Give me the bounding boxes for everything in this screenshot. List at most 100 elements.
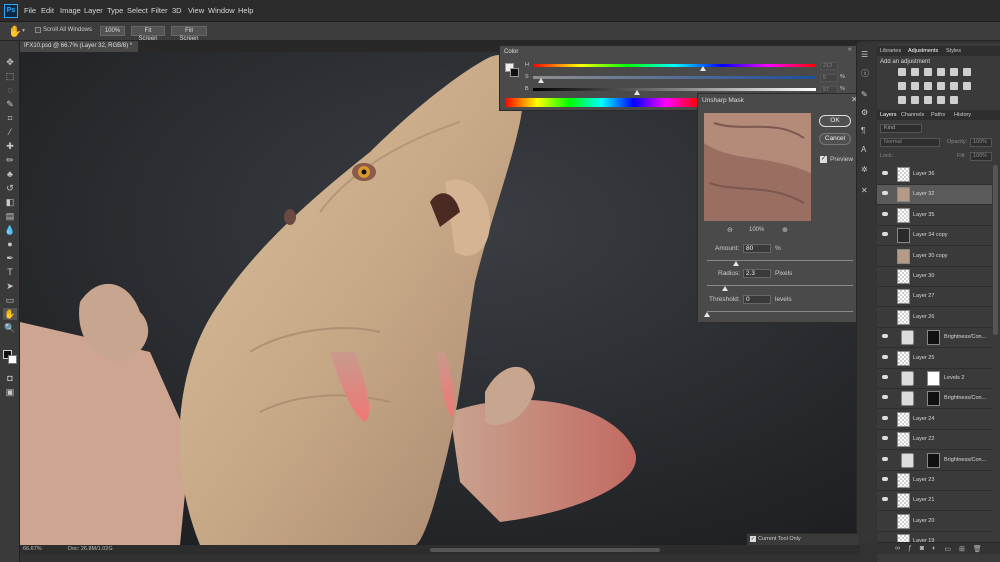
marquee-tool-icon[interactable]: ⬚ [3,70,17,82]
visibility-eye-icon[interactable] [882,436,888,441]
chevron-down-icon[interactable]: ▾ [22,27,25,34]
healing-tool-icon[interactable]: ✚ [3,140,17,152]
zoom-in-icon[interactable]: ⊕ [782,226,788,234]
layer-style-icon[interactable]: ƒ [908,545,912,552]
cancel-button[interactable]: Cancel [819,133,851,145]
new-layer-icon[interactable]: ⊞ [959,545,965,553]
quick-mask-icon[interactable]: ◘ [3,372,17,384]
menu-help[interactable]: Help [238,6,253,15]
vibrance-icon[interactable] [950,68,958,76]
visibility-eye-icon[interactable] [882,375,888,379]
preview-thumbnail[interactable] [704,113,811,221]
background-color-swatch[interactable] [8,355,17,364]
visibility-eye-icon[interactable] [882,171,888,175]
color-spectrum-ramp[interactable] [505,98,698,107]
visibility-eye-icon[interactable] [882,395,888,400]
layer-row[interactable]: Layer 27 [877,287,992,308]
rectangle-tool-icon[interactable]: ▭ [3,294,17,306]
visibility-eye-icon[interactable] [882,253,888,257]
preview-checkbox[interactable]: ✓ [820,156,827,163]
new-adjustment-icon[interactable]: ◐ [932,545,936,552]
gradient-map-icon[interactable] [963,68,971,76]
kind-filter-select[interactable]: Kind [880,124,922,133]
zoom-tool-icon[interactable]: 🔍 [3,322,17,334]
layer-row[interactable]: Layer 20 [877,512,992,532]
layer-row[interactable]: Brightness/Con... [877,328,992,349]
background-color-swatch-panel[interactable] [510,68,519,77]
fill-screen-button[interactable]: Fill Screen [171,26,207,42]
color-balance-icon[interactable] [911,82,919,90]
threshold-input[interactable]: 0 [743,295,771,304]
visibility-eye-icon[interactable] [882,415,888,420]
brightness-slider-knob[interactable] [634,90,640,95]
clone-source-icon[interactable]: ✲ [861,165,868,174]
tab-paths[interactable]: Paths [931,112,945,118]
menu-view[interactable]: View [188,6,204,15]
channel-mixer-icon[interactable] [950,82,958,90]
path-select-tool-icon[interactable]: ➤ [3,280,17,292]
layer-row[interactable]: Layer 35 [877,206,992,226]
saturation-slider-knob[interactable] [538,78,544,83]
blend-mode-select[interactable]: Normal [880,138,940,147]
visibility-eye-icon[interactable] [882,477,888,481]
tab-libraries[interactable]: Libraries [880,48,901,54]
layer-row[interactable]: Layer 30 [877,267,992,287]
screen-mode-icon[interactable]: ▣ [3,386,17,398]
delete-layer-icon[interactable]: 🗑 [973,545,982,553]
gradient-icon[interactable] [950,96,958,104]
document-tab[interactable]: IFX10.psd @ 66.7% (Layer 32, RGB/8) * [20,41,138,52]
visibility-eye-icon[interactable] [882,314,888,318]
eraser-tool-icon[interactable]: ◧ [3,196,17,208]
menu-filter[interactable]: Filter [151,6,168,15]
photo-filter-icon[interactable] [937,82,945,90]
dodge-tool-icon[interactable]: ● [3,238,17,250]
info-icon[interactable]: ⓘ [861,68,869,79]
eyedropper-tool-icon[interactable]: ⁄ [3,126,17,138]
amount-slider[interactable] [707,260,853,261]
visibility-eye-icon[interactable] [882,497,888,502]
radius-input[interactable]: 2.3 [743,269,771,278]
visibility-eye-icon[interactable] [882,273,888,277]
tab-styles[interactable]: Styles [946,48,961,54]
exposure-icon[interactable] [937,68,945,76]
selective-color-icon[interactable] [937,96,945,104]
ok-button[interactable]: OK [819,115,851,127]
history-brush-icon[interactable]: ↺ [3,182,17,194]
posterize-icon[interactable] [911,96,919,104]
menu-window[interactable]: Window [208,6,235,15]
visibility-eye-icon[interactable] [882,518,888,522]
color-lookup-icon[interactable] [963,82,971,90]
amount-input[interactable]: 80 [743,244,771,253]
menu-select[interactable]: Select [127,6,148,15]
layer-row[interactable]: Layer 22 [877,430,992,451]
tab-layers[interactable]: Layers [880,112,897,118]
layer-row[interactable]: Brightness/Con... [877,389,992,410]
stamp-tool-icon[interactable]: ♣ [3,168,17,180]
move-tool-icon[interactable]: ✥ [3,56,17,68]
visibility-eye-icon[interactable] [882,232,888,237]
blur-tool-icon[interactable]: 💧 [3,224,17,236]
collapse-icon[interactable]: « [848,46,852,53]
fill-input[interactable]: 100% [970,152,992,161]
horizontal-scrollbar[interactable] [430,548,660,552]
layer-row[interactable]: Layer 23 [877,471,992,491]
menu-3d[interactable]: 3D [172,6,182,15]
tab-history[interactable]: History [954,112,971,118]
quick-select-tool-icon[interactable]: ✎ [3,98,17,110]
menu-type[interactable]: Type [107,6,123,15]
character-icon[interactable]: A [861,145,866,154]
layer-row[interactable]: Layer 32 [877,185,992,206]
hue-saturation-icon[interactable] [898,82,906,90]
add-mask-icon[interactable]: ◙ [920,545,924,552]
visibility-eye-icon[interactable] [882,191,888,196]
curves-icon[interactable] [924,68,932,76]
opacity-input[interactable]: 100% [970,138,992,147]
zoom-100-button[interactable]: 100% [100,26,125,36]
libraries-icon[interactable]: ☰ [861,50,868,59]
layer-row[interactable]: Layer 36 [877,165,992,185]
visibility-eye-icon[interactable] [882,334,888,339]
layer-row[interactable]: Levels 2 [877,369,992,389]
hue-slider-knob[interactable] [700,66,706,71]
crop-tool-icon[interactable]: ⌗ [3,112,17,124]
layer-row[interactable]: Layer 21 [877,491,992,512]
